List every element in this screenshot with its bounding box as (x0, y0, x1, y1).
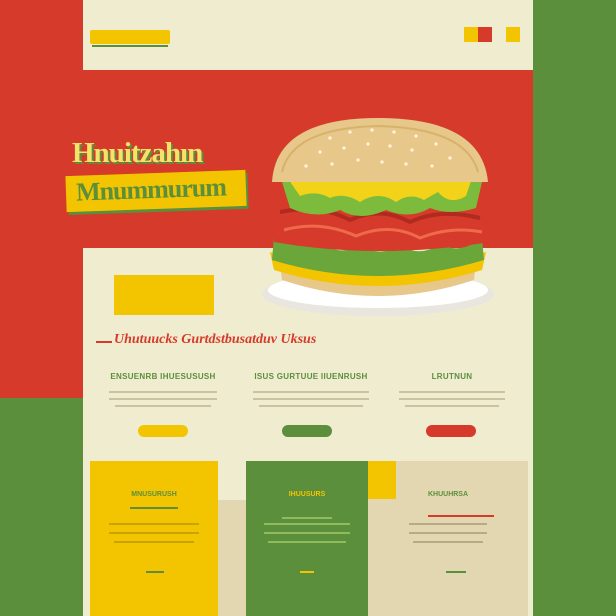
header-swatch (506, 27, 520, 42)
feature-column: Ensuenrb Ihuesusush (98, 372, 228, 407)
feature-button-red[interactable] (426, 425, 476, 437)
feature-text (98, 391, 228, 407)
feature-title: Lrutnun (431, 372, 473, 381)
feature-text (387, 391, 517, 407)
card-gap (218, 500, 246, 616)
feature-title: Ensuenrb Ihuesusush (110, 372, 216, 381)
section-tagline: Uhutuucks Gurtdstbusatduv Uksus (114, 332, 317, 347)
card-title: Ihuusurs (288, 491, 326, 498)
card-text (246, 523, 368, 543)
header-swatch (464, 27, 478, 42)
card-text (368, 523, 528, 543)
hero-title-line-2: Mnummurum (75, 172, 227, 207)
hero-cta-button[interactable] (114, 275, 214, 315)
header-swatch (478, 27, 492, 42)
feature-column: Isus Gurtuue Iiuenrush (246, 372, 376, 407)
feature-button-yellow[interactable] (138, 425, 188, 437)
card-text (90, 523, 218, 543)
info-card-tan: Khuuhrsa (368, 461, 528, 616)
card-title: Khuuhrsa (427, 491, 469, 498)
logo-underline (92, 45, 168, 47)
feature-button-green[interactable] (282, 425, 332, 437)
header-swatch (492, 27, 506, 42)
site-logo[interactable] (90, 30, 170, 44)
header-color-blocks (464, 27, 520, 42)
feature-text (246, 391, 376, 407)
tagline-dash (96, 341, 112, 343)
card-title: Mnusurush (131, 491, 177, 498)
hero-title-line-1: Hnuitzahın (72, 137, 203, 169)
right-background (533, 0, 616, 616)
feature-title: Isus Gurtuue Iiuenrush (254, 372, 368, 381)
info-card-yellow: Mnusurush (90, 461, 218, 616)
info-card-green: Ihuusurs (246, 461, 368, 616)
feature-column: Lrutnun (387, 372, 517, 407)
burger-illustration (262, 118, 494, 316)
